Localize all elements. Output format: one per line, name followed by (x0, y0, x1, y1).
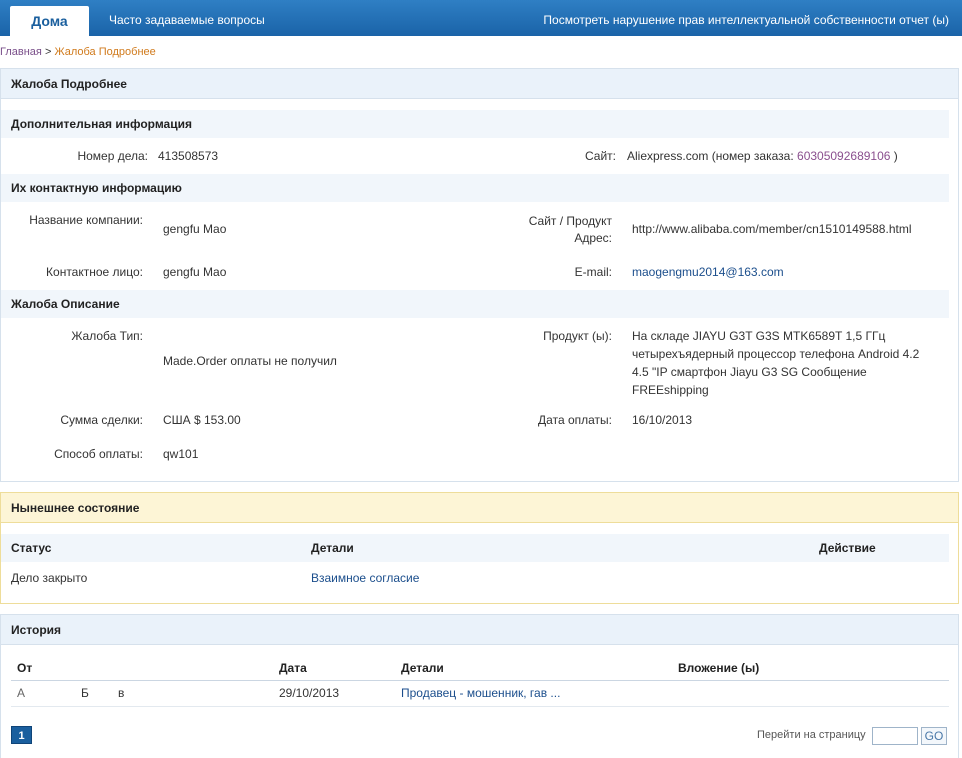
goto-page-label: Перейти на страницу (757, 729, 866, 741)
tab-home[interactable]: Дома (10, 6, 89, 36)
current-status-panel: Нынешнее состояние Статус Детали Действи… (0, 492, 959, 604)
section-complaint-description: Жалоба Описание (1, 290, 949, 318)
go-button[interactable]: GO (921, 727, 947, 745)
complaint-detail-panel: Жалоба Подробнее Дополнительная информац… (0, 68, 959, 482)
pay-date-label: Дата оплаты: (538, 413, 612, 427)
history-col-details: Детали (401, 661, 444, 675)
history-from-b: Б (81, 686, 89, 700)
history-col-date: Дата (279, 661, 307, 675)
section-contact-info: Их контактную информацию (1, 174, 949, 202)
tab-faq[interactable]: Часто задаваемые вопросы (109, 0, 265, 36)
status-col-details: Детали (311, 541, 354, 555)
breadcrumb-separator: > (44, 46, 52, 58)
status-value: Дело закрыто (11, 571, 88, 585)
history-from-a: А (17, 686, 26, 700)
status-table-header: Статус Детали Действие (1, 534, 949, 562)
company-name-label: Название компании: (29, 213, 143, 227)
section-additional-info: Дополнительная информация (1, 110, 949, 138)
history-from-c: в (118, 686, 125, 700)
site-name: Aliexpress.com (номер заказа: (627, 149, 794, 163)
email-label: E-mail: (574, 265, 612, 279)
status-details-link[interactable]: Взаимное согласие (311, 571, 419, 585)
status-col-status: Статус (11, 541, 52, 555)
payment-method-value: qw101 (163, 447, 199, 461)
contact-person-label: Контактное лицо: (46, 265, 143, 279)
site-value: Aliexpress.com (номер заказа: 6030509268… (627, 149, 898, 163)
breadcrumb: Главная > Жалоба Подробнее (0, 46, 156, 58)
status-col-action: Действие (819, 541, 876, 555)
history-details-link[interactable]: Продавец - мошенник, гав ... (401, 686, 560, 700)
product-value: На складе JIAYU G3T G3S MTK6589T 1,5 ГГц… (632, 329, 920, 397)
goto-page-input[interactable] (872, 727, 918, 745)
breadcrumb-current: Жалоба Подробнее (54, 46, 156, 58)
email-link[interactable]: maogengmu2014@163.com (632, 265, 784, 279)
page-1-button[interactable]: 1 (11, 726, 32, 744)
history-col-attachment: Вложение (ы) (678, 661, 760, 675)
product-label: Продукт (ы): (543, 329, 612, 343)
payment-method-label: Способ оплаты: (54, 447, 143, 461)
company-name-value: gengfu Mao (163, 222, 227, 236)
site-product-label: Сайт / Продукт Адрес: (528, 214, 612, 245)
table-row: А Б в 29/10/2013 Продавец - мошенник, га… (11, 681, 949, 707)
history-col-from: От (17, 661, 33, 675)
top-nav: Дома Часто задаваемые вопросы Посмотреть… (0, 0, 962, 36)
tab-ipr-report[interactable]: Посмотреть нарушение прав интеллектуальн… (543, 0, 949, 36)
case-number-label: Номер дела: (77, 149, 148, 163)
amount-label: Сумма сделки: (60, 413, 143, 427)
status-panel-title: Нынешнее состояние (1, 493, 958, 523)
order-number-link[interactable]: 60305092689106 (797, 149, 890, 163)
complaint-type-value: Made.Order оплаты не получил (163, 354, 337, 368)
history-table-header: От Дата Детали Вложение (ы) (11, 655, 949, 681)
pay-date-value: 16/10/2013 (632, 413, 693, 427)
breadcrumb-home-link[interactable]: Главная (0, 46, 42, 58)
site-label: Сайт: (584, 149, 616, 163)
history-date: 29/10/2013 (279, 686, 340, 700)
history-panel-title: История (1, 615, 958, 645)
complaint-type-label: Жалоба Тип: (71, 329, 143, 343)
site-product-value: http://www.alibaba.com/member/cn15101495… (632, 222, 912, 236)
amount-value: США $ 153.00 (163, 413, 241, 427)
panel-title: Жалоба Подробнее (1, 69, 958, 99)
history-panel: История От Дата Детали Вложение (ы) А Б … (0, 614, 959, 758)
site-close: ) (893, 149, 898, 163)
contact-person-value: gengfu Mao (163, 265, 227, 279)
case-number-value: 413508573 (158, 149, 219, 163)
